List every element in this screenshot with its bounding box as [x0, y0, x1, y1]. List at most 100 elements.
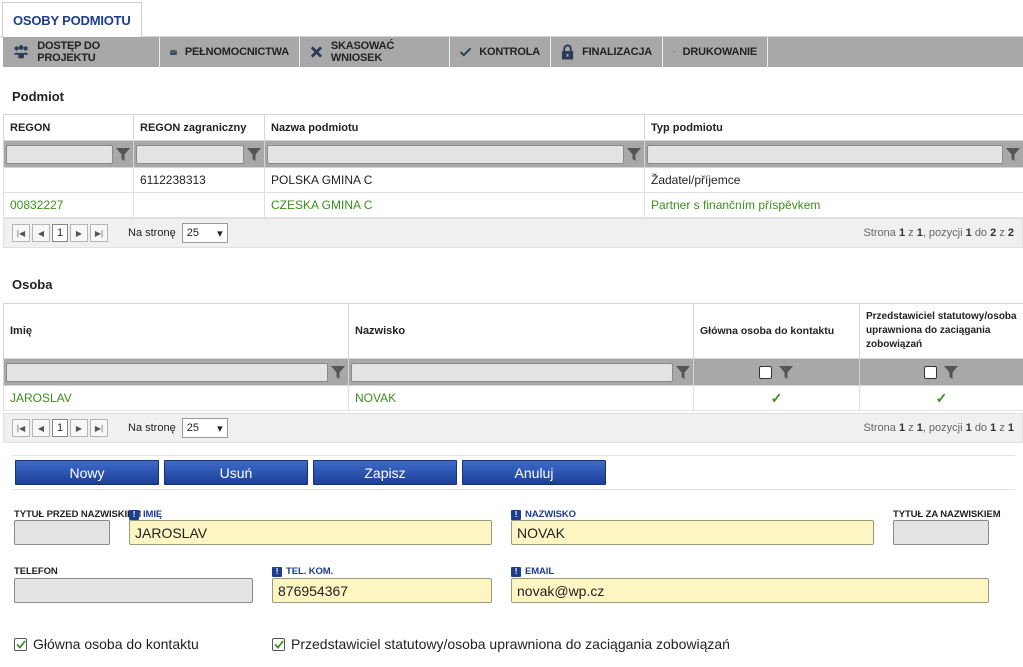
filter-input-entity-type[interactable]: [647, 144, 1003, 164]
main-contact-checkbox[interactable]: [14, 637, 27, 651]
mobile-label: ! TEL. KOM.: [272, 566, 333, 577]
page-number-input[interactable]: 1: [52, 224, 68, 242]
finalization-label: FINALIZACJA: [582, 46, 652, 58]
access-project-button[interactable]: DOSTĘP DO PROJEKTU: [3, 37, 160, 67]
x-icon: [310, 46, 323, 58]
divider: [12, 489, 1015, 490]
cell-last-name: NOVAK: [348, 385, 694, 411]
cell-regon-foreign: 6112238313: [133, 167, 265, 193]
column-header-last-name[interactable]: Nazwisko: [348, 303, 694, 359]
per-page-value: 25: [186, 227, 199, 239]
cell-entity-type: Partner s finančním příspěvkem: [644, 192, 1023, 218]
column-header-regon-foreign[interactable]: REGON zagraniczny: [133, 114, 265, 141]
lock-icon: [561, 44, 574, 60]
podmiot-pager: |◀ ◀ 1 ▶ ▶| Na stronę 25 ▾ Strona 1 z 1, …: [3, 218, 1023, 248]
column-header-entity-name[interactable]: Nazwa podmiotu: [264, 114, 645, 141]
statutory-label: Przedstawiciel statutowy/osoba uprawnion…: [291, 636, 730, 652]
filter-icon[interactable]: [626, 146, 642, 162]
chevron-down-icon: ▾: [217, 422, 223, 435]
per-page-select[interactable]: 25 ▾: [181, 418, 228, 438]
delete-application-button[interactable]: SKASOWAĆ WNIOSEK: [300, 37, 450, 67]
per-page-select[interactable]: 25 ▾: [181, 223, 228, 243]
first-name-field[interactable]: JAROSLAV: [129, 520, 492, 545]
statutory-checkbox-row[interactable]: Przedstawiciel statutowy/osoba uprawnion…: [272, 636, 730, 652]
cell-entity-name: CZESKA GMINA C: [264, 192, 645, 218]
tab-bar: OSOBY PODMIOTU: [0, 0, 1023, 38]
filter-icon[interactable]: [330, 364, 346, 380]
checkmark-icon: [273, 639, 284, 649]
column-header-statutory[interactable]: Przedstawiciel statutowy/osoba uprawnion…: [859, 303, 1023, 359]
save-button[interactable]: Zapisz: [313, 460, 457, 485]
filter-icon[interactable]: [675, 364, 691, 380]
filter-icon[interactable]: [1005, 146, 1021, 162]
column-header-entity-type[interactable]: Typ podmiotu: [644, 114, 1023, 141]
filter-icon[interactable]: [778, 364, 794, 380]
table-row[interactable]: 6112238313 POLSKA GMINA C Žadatel/příjem…: [3, 167, 1023, 193]
cell-regon: 00832227: [3, 192, 134, 218]
title-after-field[interactable]: [893, 520, 989, 545]
main-contact-checkbox-row[interactable]: Główna osoba do kontaktu: [14, 636, 199, 652]
phone-field[interactable]: [14, 578, 253, 603]
finalization-button[interactable]: FINALIZACJA: [551, 37, 663, 67]
control-button[interactable]: KONTROLA: [450, 37, 551, 67]
table-row-selected[interactable]: 00832227 CZESKA GMINA C Partner s finanč…: [3, 192, 1023, 218]
column-header-regon[interactable]: REGON: [3, 114, 134, 141]
title-before-label: TYTUŁ PRZED NAZWISKIEM: [14, 509, 142, 520]
delete-button[interactable]: Usuń: [164, 460, 308, 485]
filter-input-entity-name[interactable]: [267, 144, 624, 164]
print-button[interactable]: DRUKOWANIE: [663, 37, 768, 67]
first-page-button[interactable]: |◀: [12, 224, 30, 242]
filter-input-last-name[interactable]: [351, 362, 673, 382]
check-icon: [460, 47, 472, 57]
filter-checkbox-statutory[interactable]: [924, 365, 937, 379]
first-name-label: ! IMIĘ: [129, 509, 162, 520]
cancel-button[interactable]: Anuluj: [462, 460, 606, 485]
mobile-field[interactable]: 876954367: [272, 578, 492, 603]
filter-checkbox-main-contact[interactable]: [759, 365, 772, 379]
access-project-label: DOSTĘP DO PROJEKTU: [37, 40, 101, 64]
last-page-button[interactable]: ▶|: [90, 224, 108, 242]
per-page-label: Na stronę: [128, 422, 176, 434]
cell-entity-name: POLSKA GMINA C: [264, 167, 645, 193]
filter-icon[interactable]: [115, 146, 131, 162]
required-icon: !: [272, 566, 282, 577]
next-page-button[interactable]: ▶: [70, 419, 88, 437]
prev-page-button[interactable]: ◀: [32, 419, 50, 437]
filter-icon[interactable]: [943, 364, 959, 380]
pager-info: Strona 1 z 1, pozycji 1 do 2 z 2: [863, 227, 1014, 239]
action-bar: Nowy Usuń Zapisz Anuluj: [15, 460, 611, 485]
power-of-attorney-button[interactable]: PEŁNOMOCNICTWA: [160, 37, 300, 67]
next-page-button[interactable]: ▶: [70, 224, 88, 242]
last-name-label: ! NAZWISKO: [511, 509, 576, 520]
page-number-input[interactable]: 1: [52, 419, 68, 437]
column-header-first-name[interactable]: Imię: [3, 303, 349, 359]
last-name-field[interactable]: NOVAK: [511, 520, 874, 545]
title-before-field[interactable]: [14, 520, 110, 545]
osoba-pager: |◀ ◀ 1 ▶ ▶| Na stronę 25 ▾ Strona 1 z 1, …: [3, 413, 1023, 443]
filter-input-first-name[interactable]: [6, 362, 328, 382]
title-after-label: TYTUŁ ZA NAZWISKIEM: [893, 509, 1001, 520]
filter-input-regon-foreign[interactable]: [136, 144, 244, 164]
last-page-button[interactable]: ▶|: [90, 419, 108, 437]
print-label: DRUKOWANIE: [682, 46, 758, 58]
toolbar: DOSTĘP DO PROJEKTU PEŁNOMOCNICTWA SKASOW…: [3, 37, 1023, 67]
statutory-checkbox[interactable]: [272, 637, 285, 651]
checkmark-icon: ✓: [693, 385, 860, 411]
first-page-button[interactable]: |◀: [12, 419, 30, 437]
tab-osoby-podmiotu[interactable]: OSOBY PODMIOTU: [2, 2, 142, 38]
filter-icon[interactable]: [246, 146, 262, 162]
cell-entity-type: Žadatel/příjemce: [644, 167, 1023, 193]
per-page-label: Na stronę: [128, 227, 176, 239]
checkmark-icon: [15, 639, 26, 649]
new-button[interactable]: Nowy: [15, 460, 159, 485]
table-row-selected[interactable]: JAROSLAV NOVAK ✓ ✓: [3, 385, 1023, 411]
phone-label: TELEFON: [14, 566, 58, 577]
power-of-attorney-label: PEŁNOMOCNICTWA: [184, 46, 289, 58]
envelope-icon: [170, 49, 177, 55]
column-header-main-contact[interactable]: Główna osoba do kontaktu: [693, 303, 860, 359]
prev-page-button[interactable]: ◀: [32, 224, 50, 242]
filter-input-regon[interactable]: [6, 144, 113, 164]
email-label: ! EMAIL: [511, 566, 554, 577]
email-field[interactable]: novak@wp.cz: [511, 578, 989, 603]
control-label: KONTROLA: [479, 46, 540, 58]
